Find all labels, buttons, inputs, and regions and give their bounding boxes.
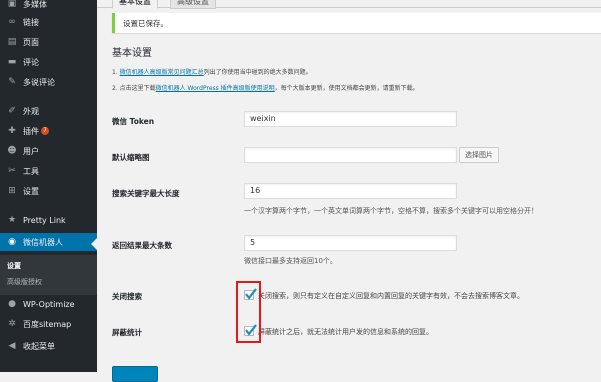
highlight-box <box>236 281 261 343</box>
sidebar-item-label: 工具 <box>23 166 39 176</box>
sidebar-item-8[interactable]: ✂ 工具 <box>0 162 97 180</box>
hide-stats-text: 屏蔽统计之后，就无法统计用户发的信息和系统的回复。 <box>258 328 433 336</box>
comment-icon: ▬ <box>7 57 17 67</box>
sidebar-item-3[interactable]: ▬ 评论 <box>0 53 97 71</box>
hide-stats-label: 屏蔽统计 <box>112 328 142 337</box>
keyword-max-input[interactable]: 16 <box>244 183 457 199</box>
sidebar-item-label: 页面 <box>23 37 39 47</box>
settings-saved-notice: 设置已保存。 <box>112 13 601 33</box>
tab-basic-settings[interactable]: 基本设置 <box>112 0 158 9</box>
sidebar-item-label: Pretty Link <box>23 215 66 225</box>
sidebar-item-2[interactable]: ▤ 页面 <box>0 33 97 51</box>
baidu-sitemap-icon: ✲ <box>8 319 16 329</box>
keyword-max-label: 搜索关键字最大长度 <box>112 189 180 198</box>
sidebar-item-11[interactable]: ◉ 微信机器人 <box>0 233 97 251</box>
sidebar-item-label: 设置 <box>23 186 39 196</box>
manual-download-link[interactable]: 微信机器人 WordPress 插件高级版使用说明 <box>156 85 275 92</box>
sidebar-item-label: 插件 <box>23 126 39 136</box>
sidebar-item-label: WP-Optimize <box>23 299 75 309</box>
admin-sidebar: ▣ 多媒体 ∞ 链接 ▤ 页面 ▬ 评论 ✎ 多说评论 ✐ 外观 ✚ 插件 7 ☻ 用户 ✂ 工具 ⊞ 设置 ★ Prett… <box>0 0 97 372</box>
sidebar-item-1[interactable]: ∞ 链接 <box>0 13 97 31</box>
sidebar-item-9[interactable]: ⊞ 设置 <box>0 182 97 200</box>
user-icon: ☻ <box>7 146 17 156</box>
faq-link[interactable]: 微信机器人高级版常见问题汇总 <box>120 69 204 76</box>
sidebar-item-label: 微信机器人 <box>23 237 63 247</box>
notice-text: 设置已保存。 <box>123 19 168 28</box>
sidebar-item-7[interactable]: ☻ 用户 <box>0 142 97 160</box>
settings-icon: ⊞ <box>8 186 16 196</box>
tools-icon: ✂ <box>8 166 16 176</box>
sidebar-item-0[interactable]: ▣ 多媒体 <box>0 0 97 13</box>
appearance-icon: ✐ <box>8 106 16 116</box>
help-note-2: 2. 点击这里下载微信机器人 WordPress 插件高级版使用说明，每个大版本… <box>112 83 419 92</box>
update-count-badge: 7 <box>41 127 49 135</box>
keyword-max-desc: 一个汉字算两个字节，一个英文单词算两个字节，空格不算，搜索多个关键字可以用空格分… <box>244 207 538 215</box>
wechat-robot-submenu: 设置 高级版授权 <box>0 255 97 295</box>
result-max-label: 返回结果最大条数 <box>112 241 172 250</box>
note-prefix: 2. 点击这里下载 <box>112 85 156 92</box>
thumbnail-label: 默认缩略图 <box>112 153 150 162</box>
help-note-1: 1. 微信机器人高级版常见问题汇总列出了你使用当中碰到的绝大多数问题。 <box>112 67 312 76</box>
pretty-link-icon: ★ <box>7 215 17 225</box>
result-max-desc: 微信接口最多支持返回10个。 <box>244 257 337 265</box>
note-suffix: 列出了你使用当中碰到的绝大多数问题。 <box>203 69 312 76</box>
media-icon: ▣ <box>7 0 17 9</box>
submenu-item[interactable]: 高级版授权 <box>7 277 42 287</box>
sidebar-item-label: 百度sitemap <box>23 319 72 329</box>
sidebar-item-10[interactable]: ★ Pretty Link <box>0 211 97 229</box>
note-prefix: 1. <box>112 69 120 76</box>
select-image-button[interactable]: 选择图片 <box>459 147 499 163</box>
active-menu-arrow <box>91 238 97 250</box>
sidebar-item-label: 外观 <box>23 106 39 116</box>
result-max-input[interactable]: 5 <box>244 235 457 251</box>
sidebar-item-label: 用户 <box>23 146 39 156</box>
sidebar-item-13[interactable]: ✲ 百度sitemap <box>0 315 97 333</box>
close-search-text: 关闭搜索，则只有定义在自定义回复和内置回复的关键字有效，不会去搜索博客文章。 <box>258 292 524 300</box>
sidebar-item-5[interactable]: ✐ 外观 <box>0 102 97 120</box>
sidebar-item-4[interactable]: ✎ 多说评论 <box>0 73 97 91</box>
plugin-icon: ✚ <box>8 126 16 136</box>
sidebar-item-12[interactable]: ● WP-Optimize <box>0 295 97 313</box>
close-search-label: 关闭搜索 <box>112 292 142 301</box>
sidebar-item-label: 多说评论 <box>23 77 55 87</box>
sidebar-item-label: 链接 <box>23 17 39 27</box>
tab-advanced-settings[interactable]: 高级设置 <box>170 0 216 9</box>
submenu-item[interactable]: 设置 <box>7 261 21 271</box>
sidebar-item-14[interactable]: ◀ 收起菜单 <box>0 337 97 355</box>
collapse-menu-icon: ◀ <box>8 341 16 351</box>
note-suffix: ，每个大版本更新，使用文档都会更新，请重新下载。 <box>274 85 419 92</box>
link-icon: ∞ <box>8 17 16 27</box>
token-input[interactable]: weixin <box>244 111 457 127</box>
wechat-robot-icon: ◉ <box>8 237 16 247</box>
sidebar-item-label: 多媒体 <box>23 0 47 9</box>
sidebar-item-6[interactable]: ✚ 插件 7 <box>0 122 97 140</box>
token-label: 微信 Token <box>112 117 155 126</box>
save-changes-button[interactable] <box>112 366 158 382</box>
thumbnail-input[interactable] <box>244 147 457 163</box>
multi-comment-icon: ✎ <box>8 77 16 87</box>
sidebar-item-label: 收起菜单 <box>23 341 55 351</box>
sidebar-item-label: 评论 <box>23 57 39 67</box>
wp-optimize-icon: ● <box>8 299 16 309</box>
page-icon: ▤ <box>7 37 17 47</box>
section-title: 基本设置 <box>112 48 152 59</box>
